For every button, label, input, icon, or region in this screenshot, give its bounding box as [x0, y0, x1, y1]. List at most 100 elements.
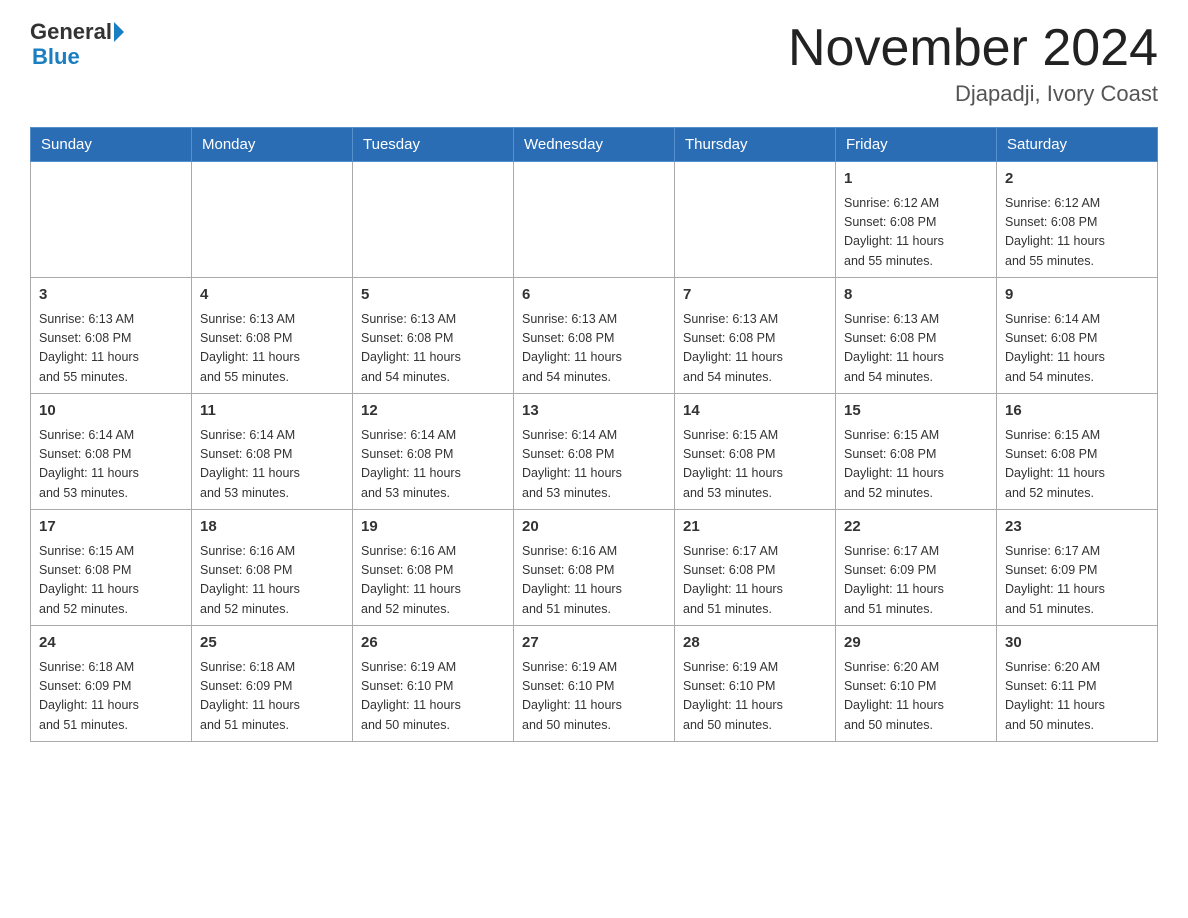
day-number: 8 — [844, 284, 988, 307]
day-number: 16 — [1005, 400, 1149, 423]
calendar-cell: 27Sunrise: 6:19 AM Sunset: 6:10 PM Dayli… — [514, 626, 675, 742]
calendar-cell: 15 Sunrise: 6:15 AM Sunset: 6:08 PM Dayli… — [836, 394, 997, 510]
calendar-cell — [353, 162, 514, 278]
day-info: Sunrise: 6:20 AM Sunset: 6:10 PM Dayligh… — [844, 658, 988, 736]
day-number: 9 — [1005, 284, 1149, 307]
title-block: November 2024 Djapadji, Ivory Coast — [788, 20, 1158, 107]
calendar-cell — [675, 162, 836, 278]
calendar-cell: 14 Sunrise: 6:15 AM Sunset: 6:08 PM Dayli… — [675, 394, 836, 510]
week-row-1: 1 Sunrise: 6:12 AM Sunset: 6:08 PM Daylig… — [31, 162, 1158, 278]
week-row-5: 24Sunrise: 6:18 AM Sunset: 6:09 PM Dayli… — [31, 626, 1158, 742]
day-info: Sunrise: 6:15 AM Sunset: 6:08 PM Dayligh… — [844, 426, 988, 504]
day-number: 30 — [1005, 632, 1149, 655]
day-number: 12 — [361, 400, 505, 423]
calendar-cell: 2 Sunrise: 6:12 AM Sunset: 6:08 PM Daylig… — [997, 162, 1158, 278]
month-title: November 2024 — [788, 20, 1158, 77]
calendar-cell: 30 Sunrise: 6:20 AM Sunset: 6:11 PM Dayli… — [997, 626, 1158, 742]
day-info: Sunrise: 6:13 AM Sunset: 6:08 PM Dayligh… — [522, 310, 666, 388]
day-number: 29 — [844, 632, 988, 655]
day-number: 19 — [361, 516, 505, 539]
day-info: Sunrise: 6:14 AM Sunset: 6:08 PM Dayligh… — [522, 426, 666, 504]
day-info: Sunrise: 6:16 AM Sunset: 6:08 PM Dayligh… — [522, 542, 666, 620]
day-number: 11 — [200, 400, 344, 423]
calendar-cell: 25 Sunrise: 6:18 AM Sunset: 6:09 PM Dayli… — [192, 626, 353, 742]
day-info: Sunrise: 6:15 AM Sunset: 6:08 PM Dayligh… — [1005, 426, 1149, 504]
day-number: 7 — [683, 284, 827, 307]
day-info: Sunrise: 6:19 AM Sunset: 6:10 PM Dayligh… — [522, 658, 666, 736]
calendar-cell: 21Sunrise: 6:17 AM Sunset: 6:08 PM Dayli… — [675, 510, 836, 626]
day-info: Sunrise: 6:15 AM Sunset: 6:08 PM Dayligh… — [683, 426, 827, 504]
weekday-header-thursday: Thursday — [675, 128, 836, 162]
day-number: 2 — [1005, 168, 1149, 191]
calendar-body: 1 Sunrise: 6:12 AM Sunset: 6:08 PM Daylig… — [31, 162, 1158, 742]
calendar-cell: 8 Sunrise: 6:13 AM Sunset: 6:08 PM Daylig… — [836, 278, 997, 394]
calendar-cell: 5 Sunrise: 6:13 AM Sunset: 6:08 PM Daylig… — [353, 278, 514, 394]
calendar-cell: 9 Sunrise: 6:14 AM Sunset: 6:08 PM Daylig… — [997, 278, 1158, 394]
weekday-header-sunday: Sunday — [31, 128, 192, 162]
page-header: General Blue November 2024 Djapadji, Ivo… — [30, 20, 1158, 107]
calendar-cell: 23Sunrise: 6:17 AM Sunset: 6:09 PM Dayli… — [997, 510, 1158, 626]
day-number: 18 — [200, 516, 344, 539]
calendar-cell: 3 Sunrise: 6:13 AM Sunset: 6:08 PM Daylig… — [31, 278, 192, 394]
calendar-cell — [31, 162, 192, 278]
day-info: Sunrise: 6:13 AM Sunset: 6:08 PM Dayligh… — [200, 310, 344, 388]
day-info: Sunrise: 6:14 AM Sunset: 6:08 PM Dayligh… — [1005, 310, 1149, 388]
day-number: 14 — [683, 400, 827, 423]
calendar-cell: 13 Sunrise: 6:14 AM Sunset: 6:08 PM Dayli… — [514, 394, 675, 510]
weekday-header-monday: Monday — [192, 128, 353, 162]
day-number: 15 — [844, 400, 988, 423]
logo-blue: Blue — [30, 44, 124, 70]
weekday-header-tuesday: Tuesday — [353, 128, 514, 162]
calendar-cell: 7 Sunrise: 6:13 AM Sunset: 6:08 PM Daylig… — [675, 278, 836, 394]
day-info: Sunrise: 6:19 AM Sunset: 6:10 PM Dayligh… — [683, 658, 827, 736]
logo-arrow-icon — [114, 22, 124, 42]
day-number: 10 — [39, 400, 183, 423]
logo: General Blue — [30, 20, 124, 70]
day-info: Sunrise: 6:17 AM Sunset: 6:09 PM Dayligh… — [844, 542, 988, 620]
calendar-cell: 6Sunrise: 6:13 AM Sunset: 6:08 PM Daylig… — [514, 278, 675, 394]
calendar-cell: 24Sunrise: 6:18 AM Sunset: 6:09 PM Dayli… — [31, 626, 192, 742]
day-info: Sunrise: 6:16 AM Sunset: 6:08 PM Dayligh… — [200, 542, 344, 620]
day-number: 3 — [39, 284, 183, 307]
calendar-cell: 10 Sunrise: 6:14 AM Sunset: 6:08 PM Dayli… — [31, 394, 192, 510]
day-info: Sunrise: 6:14 AM Sunset: 6:08 PM Dayligh… — [361, 426, 505, 504]
calendar-cell: 20Sunrise: 6:16 AM Sunset: 6:08 PM Dayli… — [514, 510, 675, 626]
day-number: 25 — [200, 632, 344, 655]
weekday-header-row: SundayMondayTuesdayWednesdayThursdayFrid… — [31, 128, 1158, 162]
calendar-cell: 4 Sunrise: 6:13 AM Sunset: 6:08 PM Daylig… — [192, 278, 353, 394]
day-number: 13 — [522, 400, 666, 423]
day-number: 23 — [1005, 516, 1149, 539]
day-number: 4 — [200, 284, 344, 307]
day-info: Sunrise: 6:13 AM Sunset: 6:08 PM Dayligh… — [39, 310, 183, 388]
day-info: Sunrise: 6:18 AM Sunset: 6:09 PM Dayligh… — [200, 658, 344, 736]
day-number: 22 — [844, 516, 988, 539]
calendar-cell: 16 Sunrise: 6:15 AM Sunset: 6:08 PM Dayli… — [997, 394, 1158, 510]
day-number: 26 — [361, 632, 505, 655]
day-number: 21 — [683, 516, 827, 539]
day-info: Sunrise: 6:13 AM Sunset: 6:08 PM Dayligh… — [844, 310, 988, 388]
day-number: 28 — [683, 632, 827, 655]
day-info: Sunrise: 6:13 AM Sunset: 6:08 PM Dayligh… — [683, 310, 827, 388]
weekday-header-saturday: Saturday — [997, 128, 1158, 162]
logo-general: General — [30, 20, 112, 44]
day-info: Sunrise: 6:13 AM Sunset: 6:08 PM Dayligh… — [361, 310, 505, 388]
calendar-cell — [514, 162, 675, 278]
calendar-cell: 26Sunrise: 6:19 AM Sunset: 6:10 PM Dayli… — [353, 626, 514, 742]
day-number: 5 — [361, 284, 505, 307]
calendar-cell: 1 Sunrise: 6:12 AM Sunset: 6:08 PM Daylig… — [836, 162, 997, 278]
location: Djapadji, Ivory Coast — [788, 81, 1158, 107]
calendar-table: SundayMondayTuesdayWednesdayThursdayFrid… — [30, 127, 1158, 742]
week-row-3: 10 Sunrise: 6:14 AM Sunset: 6:08 PM Dayli… — [31, 394, 1158, 510]
calendar-cell — [192, 162, 353, 278]
calendar-cell: 29 Sunrise: 6:20 AM Sunset: 6:10 PM Dayli… — [836, 626, 997, 742]
day-number: 1 — [844, 168, 988, 191]
day-number: 17 — [39, 516, 183, 539]
day-info: Sunrise: 6:20 AM Sunset: 6:11 PM Dayligh… — [1005, 658, 1149, 736]
week-row-2: 3 Sunrise: 6:13 AM Sunset: 6:08 PM Daylig… — [31, 278, 1158, 394]
day-info: Sunrise: 6:12 AM Sunset: 6:08 PM Dayligh… — [1005, 194, 1149, 272]
calendar-cell: 18 Sunrise: 6:16 AM Sunset: 6:08 PM Dayli… — [192, 510, 353, 626]
day-info: Sunrise: 6:12 AM Sunset: 6:08 PM Dayligh… — [844, 194, 988, 272]
weekday-header-friday: Friday — [836, 128, 997, 162]
day-info: Sunrise: 6:18 AM Sunset: 6:09 PM Dayligh… — [39, 658, 183, 736]
day-info: Sunrise: 6:14 AM Sunset: 6:08 PM Dayligh… — [39, 426, 183, 504]
